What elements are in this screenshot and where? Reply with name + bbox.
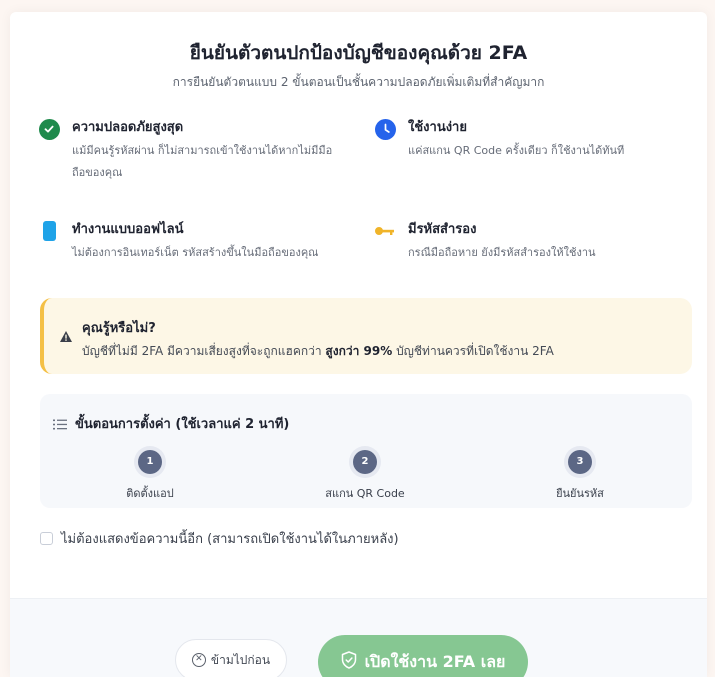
feature-description: ไม่ต้องการอินเทอร์เน็ต รหัสสร้างขึ้นในมื… — [72, 246, 319, 259]
modal-title: ยืนยันตัวตนปกป้องบัญชีของคุณด้วย 2FA — [189, 42, 528, 64]
enable-button-label: เปิดใช้งาน 2FA เลย — [364, 651, 506, 671]
modal-footer: ✕ ข้ามไปก่อน เปิดใช้งาน 2FA เลย — [10, 598, 707, 677]
step-scan-qr: 2 สแกน QR Code — [295, 450, 435, 502]
step-label: ติดตั้งแอป — [126, 487, 174, 500]
feature-title: ความปลอดภัยสูงสุด — [72, 120, 184, 135]
key-icon — [374, 220, 396, 242]
warning-icon — [59, 328, 73, 347]
phone-icon — [38, 220, 60, 242]
dont-show-again-option[interactable]: ไม่ต้องแสดงข้อความนี้อีก (สามารถเปิดใช้ง… — [40, 528, 399, 549]
step-label: สแกน QR Code — [325, 487, 405, 500]
step-verify-code: 3 ยืนยันรหัส — [510, 450, 650, 502]
enable-2fa-modal: ยืนยันตัวตนปกป้องบัญชีของคุณด้วย 2FA การ… — [10, 12, 707, 677]
step-number: 1 — [138, 450, 162, 474]
step-label: ยืนยันรหัส — [556, 487, 604, 500]
did-you-know-callout: คุณรู้หรือไม่? บัญชีที่ไม่มี 2FA มีความเ… — [40, 298, 692, 374]
steps-title: ขั้นตอนการตั้งค่า (ใช้เวลาแค่ 2 นาที) — [75, 417, 290, 432]
feature-description: แค่สแกน QR Code ครั้งเดียว ก็ใช้งานได้ทั… — [408, 144, 625, 157]
dont-show-again-label[interactable]: ไม่ต้องแสดงข้อความนี้อีก (สามารถเปิดใช้ง… — [61, 528, 399, 549]
callout-text-part: บัญชีที่ไม่มี 2FA มีความเสี่ยงสูงที่จะถู… — [82, 344, 326, 358]
modal-subtitle: การยืนยันตัวตนแบบ 2 ขั้นตอนเป็นชั้นความป… — [172, 75, 545, 89]
feature-title: ทำงานแบบออฟไลน์ — [72, 222, 184, 237]
close-circle-icon: ✕ — [191, 653, 206, 667]
callout-highlight: สูงกว่า 99% — [325, 344, 393, 358]
dont-show-again-checkbox[interactable] — [40, 532, 53, 545]
enable-2fa-button[interactable]: เปิดใช้งาน 2FA เลย — [318, 635, 528, 677]
check-circle-icon — [38, 118, 60, 140]
callout-text-part: บัญชีท่านควรที่เปิดใช้งาน 2FA — [392, 344, 554, 358]
callout-title: คุณรู้หรือไม่? — [82, 321, 156, 336]
list-icon — [53, 415, 67, 434]
feature-title: มีรหัสสำรอง — [408, 222, 477, 237]
callout-text: บัญชีที่ไม่มี 2FA มีความเสี่ยงสูงที่จะถู… — [82, 342, 554, 361]
clock-icon — [374, 118, 396, 140]
feature-title: ใช้งานง่าย — [408, 120, 467, 135]
feature-description: แม้มีคนรู้รหัสผ่าน ก็ไม่สามารถเข้าใช้งาน… — [72, 144, 333, 179]
step-install-app: 1 ติดตั้งแอป — [80, 450, 220, 502]
step-number: 2 — [353, 450, 377, 474]
skip-button[interactable]: ✕ ข้ามไปก่อน — [175, 639, 287, 677]
step-number: 3 — [568, 450, 592, 474]
feature-description: กรณีมือถือหาย ยังมีรหัสสำรองให้ใช้งาน — [408, 246, 596, 259]
shield-check-icon — [341, 651, 357, 673]
setup-steps-panel: ขั้นตอนการตั้งค่า (ใช้เวลาแค่ 2 นาที) 1 … — [40, 394, 692, 508]
skip-button-label: ข้ามไปก่อน — [210, 652, 271, 667]
